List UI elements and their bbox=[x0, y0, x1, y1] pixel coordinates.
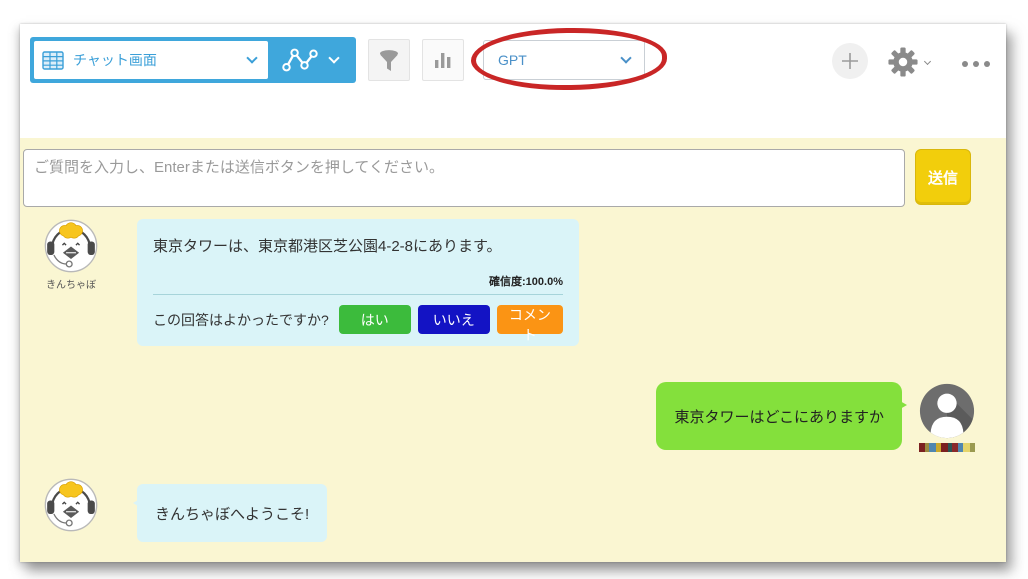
user-message-bubble: 東京タワーはどこにありますか bbox=[656, 382, 902, 450]
bot-name-label: きんちゃぼ bbox=[46, 276, 96, 291]
plus-icon bbox=[841, 52, 859, 70]
more-options-button[interactable] bbox=[962, 61, 990, 67]
feedback-no-button[interactable]: いいえ bbox=[418, 305, 490, 334]
bot-welcome-bubble: きんちゃぼへようこそ! bbox=[137, 484, 327, 542]
feedback-row: この回答はよかったですか? はい いいえ コメント bbox=[153, 305, 563, 334]
chevron-down-icon bbox=[246, 52, 257, 63]
bot-message-text: 東京タワーは、東京都港区芝公園4-2-8にあります。 bbox=[153, 235, 563, 256]
user-message-row: 東京タワーはどこにありますか bbox=[20, 382, 1006, 452]
chevron-down-icon bbox=[620, 52, 631, 63]
composer: 送信 bbox=[23, 149, 1006, 207]
model-select-dropdown[interactable]: GPT bbox=[483, 40, 645, 80]
table-icon bbox=[42, 51, 64, 70]
chevron-down-icon bbox=[328, 52, 339, 63]
ellipsis-icon bbox=[962, 61, 968, 67]
send-button[interactable]: 送信 bbox=[915, 149, 971, 205]
feedback-question: この回答はよかったですか? bbox=[153, 310, 329, 330]
confidence-label: 確信度:100.0% bbox=[153, 273, 563, 289]
visualization-select-button[interactable] bbox=[268, 41, 352, 79]
app-window: チャット画面 bbox=[20, 24, 1006, 562]
line-chart-icon bbox=[282, 45, 318, 75]
bot-avatar-block bbox=[35, 478, 107, 532]
bot-message-bubble: 東京タワーは、東京都港区芝公園4-2-8にあります。 確信度:100.0% この… bbox=[137, 219, 579, 346]
bot-welcome-text: きんちゃぼへようこそ! bbox=[155, 503, 309, 524]
screen-select-value: チャット画面 bbox=[73, 50, 239, 70]
filter-icon bbox=[377, 48, 401, 72]
user-avatar-block bbox=[918, 382, 976, 452]
user-name-pixelated bbox=[919, 443, 975, 452]
gear-icon bbox=[888, 47, 918, 77]
toolbar: チャット画面 bbox=[20, 24, 1006, 138]
bot-welcome-row: きんちゃぼへようこそ! bbox=[35, 478, 1006, 542]
screen-combo: チャット画面 bbox=[30, 37, 356, 83]
model-select-value: GPT bbox=[498, 52, 527, 68]
bot-avatar bbox=[44, 219, 98, 273]
bot-avatar-block: きんちゃぼ bbox=[35, 219, 107, 291]
bubble-divider bbox=[153, 294, 563, 295]
bot-avatar bbox=[44, 478, 98, 532]
user-message-text: 東京タワーはどこにありますか bbox=[674, 406, 884, 427]
add-button[interactable] bbox=[832, 43, 868, 79]
settings-button[interactable] bbox=[888, 47, 930, 77]
filter-button[interactable] bbox=[368, 39, 410, 81]
question-input[interactable] bbox=[23, 149, 905, 207]
chat-area: 送信 bbox=[20, 138, 1006, 562]
bot-message-row: きんちゃぼ 東京タワーは、東京都港区芝公園4-2-8にあります。 確信度:100… bbox=[35, 219, 1006, 346]
screen-select-dropdown[interactable]: チャット画面 bbox=[34, 41, 268, 79]
chevron-down-icon bbox=[924, 57, 931, 64]
feedback-comment-button[interactable]: コメント bbox=[497, 305, 563, 334]
user-avatar bbox=[918, 382, 976, 440]
feedback-yes-button[interactable]: はい bbox=[339, 305, 411, 334]
bar-chart-button[interactable] bbox=[422, 39, 464, 81]
bar-chart-icon bbox=[432, 49, 454, 71]
